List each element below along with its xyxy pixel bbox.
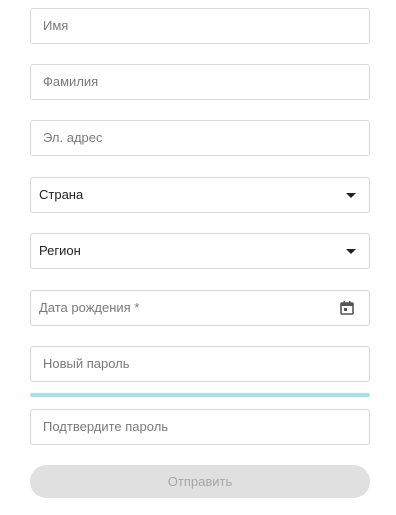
chevron-down-icon: [346, 249, 356, 254]
country-select[interactable]: Страна: [30, 177, 370, 213]
region-select[interactable]: Регион: [30, 233, 370, 269]
region-value: Регион: [39, 243, 81, 258]
submit-button[interactable]: Отправить: [30, 465, 370, 498]
last-name-field[interactable]: Фамилия: [30, 64, 370, 100]
first-name-placeholder: Имя: [43, 18, 69, 33]
birth-date-field[interactable]: Дата рождения *: [30, 290, 370, 326]
birth-date-placeholder: Дата рождения *: [39, 300, 140, 315]
chevron-down-icon: [346, 193, 356, 198]
new-password-field[interactable]: Новый пароль: [30, 346, 370, 382]
confirm-password-field[interactable]: Подтвердите пароль: [30, 409, 370, 445]
last-name-placeholder: Фамилия: [43, 74, 99, 89]
first-name-field[interactable]: Имя: [30, 8, 370, 44]
password-strength-bar: [30, 393, 370, 397]
email-field[interactable]: Эл. адрес: [30, 120, 370, 156]
confirm-password-placeholder: Подтвердите пароль: [43, 419, 169, 434]
country-value: Страна: [39, 187, 84, 202]
new-password-placeholder: Новый пароль: [43, 356, 130, 371]
calendar-icon[interactable]: [339, 300, 355, 316]
email-placeholder: Эл. адрес: [43, 130, 103, 145]
